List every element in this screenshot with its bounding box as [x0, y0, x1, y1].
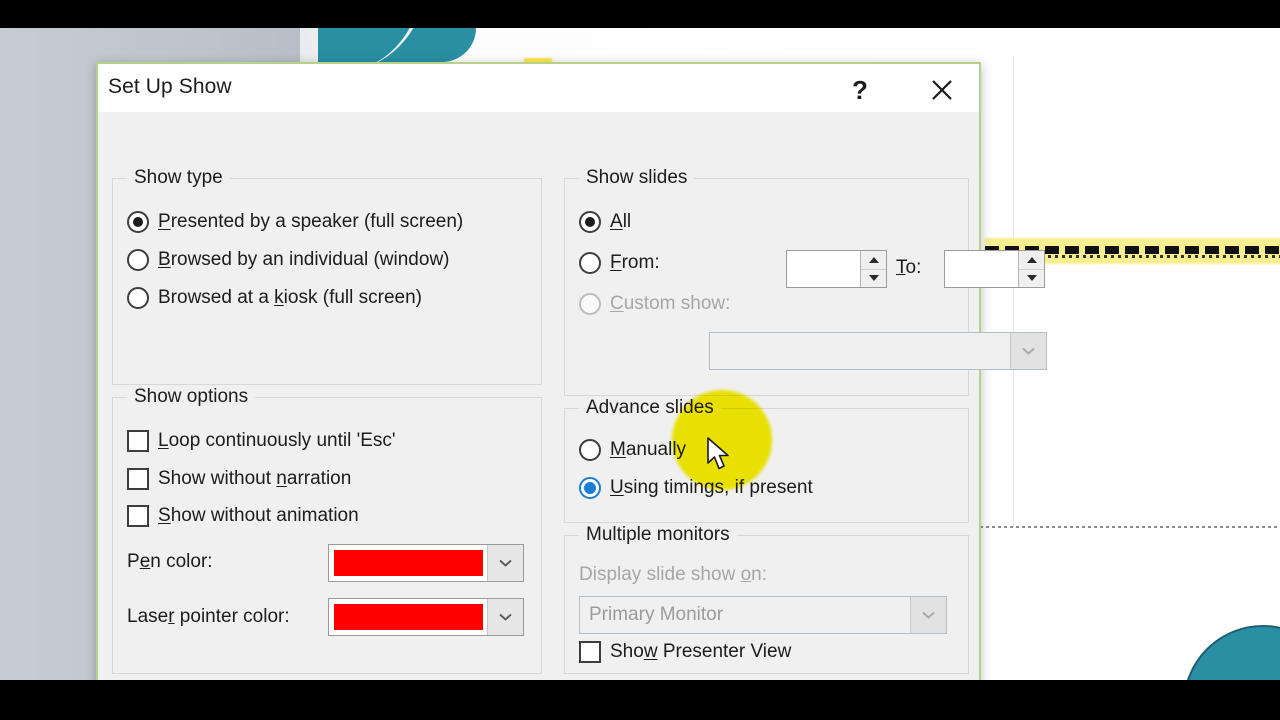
dialog-body: Show type Presented by a speaker (full s… — [98, 112, 1047, 720]
spin-up-icon[interactable] — [861, 251, 886, 270]
display-slide-show-on-label: Display slide show on: — [579, 564, 768, 585]
to-slide-label: To: — [896, 257, 922, 278]
checkbox-indicator — [127, 505, 149, 527]
slide-guide-vertical — [1013, 56, 1014, 526]
letterbox-top — [0, 0, 1280, 28]
radio-label: Browsed at a kiosk (full screen) — [158, 287, 422, 308]
multiple-monitors-group: Multiple monitors Display slide show on:… — [564, 524, 969, 674]
radio-indicator — [579, 439, 601, 461]
screen-root: ! Set Up Show ? Show t — [0, 0, 1280, 720]
spin-down-icon[interactable] — [1019, 270, 1044, 288]
radio-custom-show[interactable]: Custom show: — [579, 293, 730, 315]
checkbox-indicator — [127, 430, 149, 452]
checkbox-show-without-animation[interactable]: Show without animation — [127, 505, 359, 527]
radio-label: Presented by a speaker (full screen) — [158, 211, 464, 232]
radio-indicator — [127, 287, 149, 309]
radio-from-slides[interactable]: From: — [579, 252, 660, 274]
display-monitor-value: Primary Monitor — [589, 604, 724, 625]
question-mark-icon: ? — [852, 74, 868, 105]
radio-indicator — [579, 252, 601, 274]
checkbox-show-presenter-view[interactable]: Show Presenter View — [579, 641, 791, 663]
spin-up-icon[interactable] — [1019, 251, 1044, 270]
laser-pointer-color-swatch — [334, 604, 483, 630]
close-x-icon — [929, 77, 955, 103]
multiple-monitors-legend: Multiple monitors — [579, 524, 737, 546]
show-options-group: Show options Loop continuously until 'Es… — [112, 386, 542, 674]
radio-indicator — [579, 211, 601, 233]
checkbox-indicator — [579, 641, 601, 663]
show-slides-legend: Show slides — [579, 167, 695, 189]
laser-pointer-color-label: Laser pointer color: — [127, 606, 290, 627]
radio-label: All — [610, 211, 632, 232]
radio-all-slides[interactable]: All — [579, 211, 631, 233]
checkbox-label: Show without narration — [158, 468, 352, 489]
dialog-titlebar: Set Up Show ? — [98, 64, 979, 112]
mouse-pointer-icon — [707, 437, 733, 478]
chevron-down-icon[interactable] — [487, 599, 523, 635]
show-slides-group: Show slides All From: To: Custom show: — [564, 167, 1047, 396]
checkbox-label: Show without animation — [158, 505, 359, 526]
chevron-down-icon[interactable] — [487, 545, 523, 581]
radio-label: From: — [610, 252, 660, 273]
from-slide-spin-buttons[interactable] — [860, 251, 886, 287]
radio-label: Browsed by an individual (window) — [158, 249, 450, 270]
to-slide-spin-buttons[interactable] — [1018, 251, 1044, 287]
chevron-down-icon[interactable] — [1010, 333, 1046, 369]
radio-label: Custom show: — [610, 293, 731, 314]
to-slide-input[interactable] — [945, 251, 1018, 287]
radio-indicator — [579, 293, 601, 315]
laser-pointer-color-picker[interactable] — [328, 598, 524, 636]
slide-dotted-rule — [980, 526, 1280, 528]
radio-browsed-by-individual[interactable]: Browsed by an individual (window) — [127, 249, 450, 271]
radio-indicator — [127, 249, 149, 271]
checkbox-show-without-narration[interactable]: Show without narration — [127, 468, 351, 490]
radio-advance-manually[interactable]: Manually — [579, 439, 686, 461]
display-monitor-combo[interactable]: Primary Monitor — [579, 596, 947, 634]
from-slide-spinner[interactable] — [786, 250, 887, 288]
spin-down-icon[interactable] — [861, 270, 886, 288]
radio-indicator — [579, 477, 601, 499]
show-type-legend: Show type — [127, 167, 230, 189]
to-slide-spinner[interactable] — [944, 250, 1045, 288]
show-type-group: Show type Presented by a speaker (full s… — [112, 167, 542, 385]
close-button[interactable] — [919, 70, 965, 110]
checkbox-label: Show Presenter View — [610, 641, 792, 662]
chevron-down-icon[interactable] — [910, 597, 946, 633]
radio-presented-by-speaker[interactable]: Presented by a speaker (full screen) — [127, 211, 463, 233]
radio-browsed-at-kiosk[interactable]: Browsed at a kiosk (full screen) — [127, 287, 422, 309]
checkbox-loop-continuously[interactable]: Loop continuously until 'Esc' — [127, 430, 396, 452]
pen-color-picker[interactable] — [328, 544, 524, 582]
custom-show-combo-value — [710, 333, 1010, 369]
pen-color-label: Pen color: — [127, 551, 213, 572]
help-button[interactable]: ? — [837, 70, 883, 110]
checkbox-label: Loop continuously until 'Esc' — [158, 430, 396, 451]
from-slide-input[interactable] — [787, 251, 860, 287]
set-up-show-dialog: Set Up Show ? Show type Presented by a s… — [96, 62, 1047, 720]
dialog-title: Set Up Show — [108, 75, 232, 98]
letterbox-bottom — [0, 680, 1280, 720]
checkbox-indicator — [127, 468, 149, 490]
show-options-legend: Show options — [127, 386, 256, 408]
radio-indicator — [127, 211, 149, 233]
pen-color-swatch — [334, 550, 483, 576]
custom-show-combo[interactable] — [709, 332, 1047, 370]
